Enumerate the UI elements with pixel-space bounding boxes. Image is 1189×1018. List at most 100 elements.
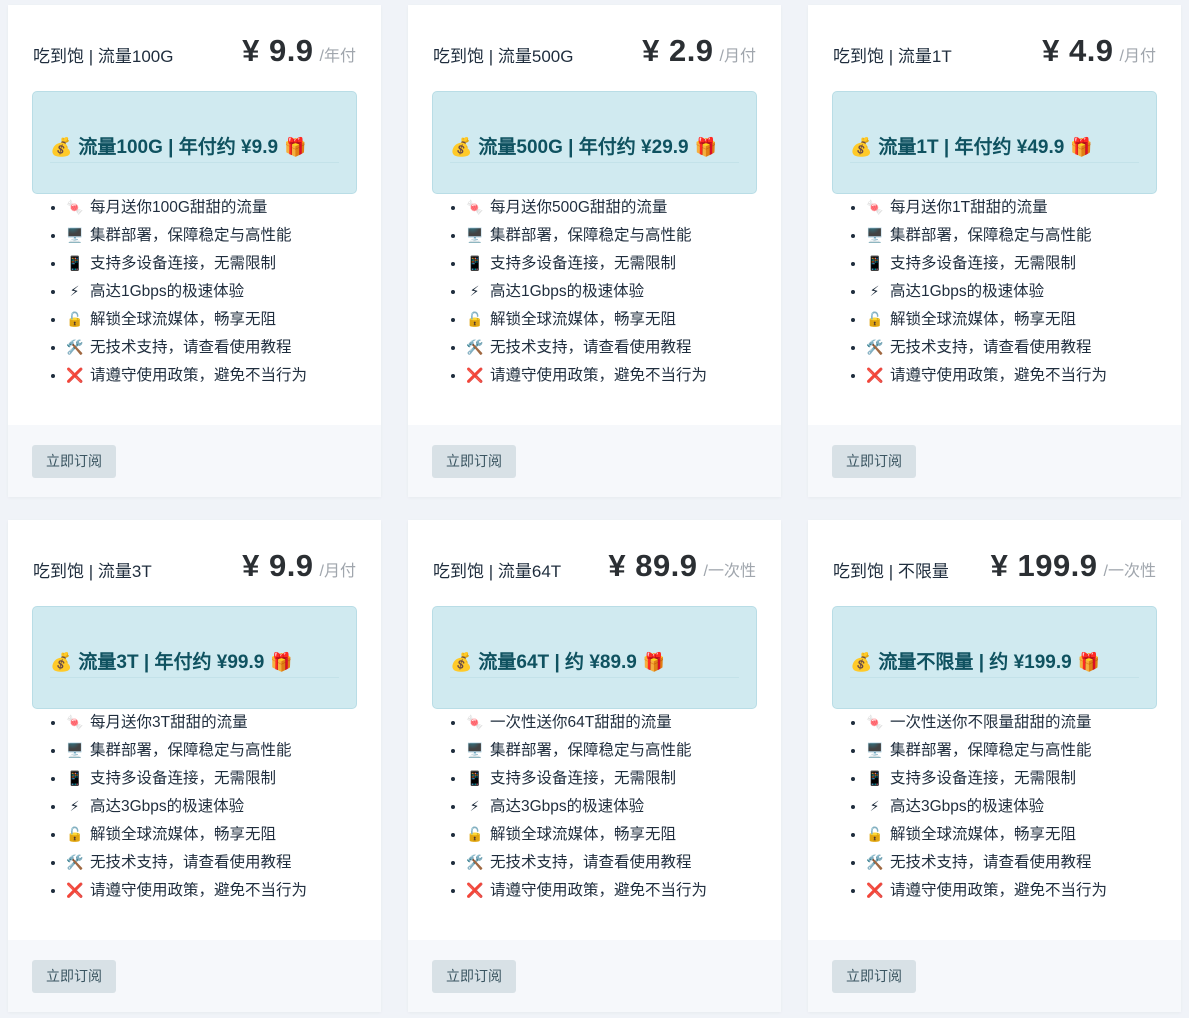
- list-item: 🔓 解锁全球流媒体，畅享无阻: [66, 820, 307, 848]
- plan-footer: 立即订阅: [808, 425, 1181, 497]
- tools-icon: 🛠️: [66, 854, 84, 870]
- plan-price: ¥ 4.9/月付: [1042, 33, 1156, 69]
- list-item: 📱 支持多设备连接，无需限制: [866, 764, 1107, 792]
- mobile-phone-icon: 📱: [466, 255, 484, 271]
- plan-price: ¥ 199.9/一次性: [991, 548, 1156, 584]
- price-amount: ¥ 89.9: [608, 548, 698, 583]
- list-item: 🛠️ 无技术支持，请查看使用教程: [66, 333, 307, 361]
- feature-text: 支持多设备连接，无需限制: [490, 770, 677, 787]
- plan-name: 吃到饱 | 流量1T: [833, 47, 952, 66]
- feature-text: 高达1Gbps的极速体验: [890, 283, 1045, 300]
- mobile-phone-icon: 📱: [466, 770, 484, 786]
- feature-text: 高达3Gbps的极速体验: [90, 798, 245, 815]
- list-item: 🍬 每月送你3T甜甜的流量: [66, 708, 307, 736]
- list-item: 📱 支持多设备连接，无需限制: [466, 249, 707, 277]
- list-item: ⚡ 高达1Gbps的极速体验: [466, 277, 707, 305]
- plan-name: 吃到饱 | 流量500G: [433, 47, 574, 66]
- plan-price: ¥ 89.9/一次性: [608, 548, 756, 584]
- lightning-icon: ⚡: [869, 283, 880, 299]
- plan-name: 吃到饱 | 不限量: [833, 562, 949, 581]
- price-period: /一次性: [1103, 563, 1156, 580]
- plan-footer: 立即订阅: [408, 940, 781, 1012]
- list-item: 🔓 解锁全球流媒体，畅享无阻: [866, 305, 1107, 333]
- lightning-icon: ⚡: [69, 283, 80, 299]
- price-amount: ¥ 9.9: [242, 33, 314, 68]
- gift-icon: 🎁: [270, 652, 293, 672]
- unlock-icon: 🔓: [66, 826, 84, 842]
- promo-box: 💰 流量500G | 年付约 ¥29.9 🎁: [432, 91, 757, 194]
- list-item: ❌ 请遵守使用政策，避免不当行为: [66, 361, 307, 389]
- computer-icon: 🖥️: [66, 227, 84, 243]
- price-period: /一次性: [703, 563, 756, 580]
- promo-text: 流量100G | 年付约 ¥9.9: [78, 137, 279, 158]
- money-bag-icon: 💰: [850, 137, 873, 157]
- unlock-icon: 🔓: [66, 311, 84, 327]
- plan-header: 吃到饱 | 流量500G ¥ 2.9/月付: [433, 33, 756, 77]
- list-item: 🍬 每月送你100G甜甜的流量: [66, 193, 307, 221]
- lightning-icon: ⚡: [869, 798, 880, 814]
- tools-icon: 🛠️: [466, 854, 484, 870]
- subscribe-button[interactable]: 立即订阅: [32, 445, 116, 478]
- feature-text: 集群部署，保障稳定与高性能: [890, 227, 1092, 244]
- subscribe-button[interactable]: 立即订阅: [832, 960, 916, 993]
- gift-icon: 🎁: [1070, 137, 1093, 157]
- candy-icon: 🍬: [66, 199, 84, 215]
- plan-card: 吃到饱 | 流量500G ¥ 2.9/月付 💰 流量500G | 年付约 ¥29.…: [408, 5, 781, 497]
- mobile-phone-icon: 📱: [66, 770, 84, 786]
- price-period: /月付: [719, 48, 756, 65]
- money-bag-icon: 💰: [450, 137, 473, 157]
- promo-line: 💰 流量500G | 年付约 ¥29.9 🎁: [450, 132, 739, 163]
- tools-icon: 🛠️: [466, 339, 484, 355]
- gift-icon: 🎁: [642, 652, 666, 672]
- list-item: 🔓 解锁全球流媒体，畅享无阻: [866, 820, 1107, 848]
- price-amount: ¥ 9.9: [242, 548, 314, 583]
- feature-text: 支持多设备连接，无需限制: [890, 770, 1077, 787]
- feature-text: 高达1Gbps的极速体验: [490, 283, 645, 300]
- plan-footer: 立即订阅: [8, 425, 381, 497]
- feature-text: 解锁全球流媒体，畅享无阻: [490, 311, 677, 328]
- feature-text: 请遵守使用政策，避免不当行为: [490, 367, 708, 384]
- computer-icon: 🖥️: [466, 227, 484, 243]
- subscribe-button[interactable]: 立即订阅: [832, 445, 916, 478]
- plan-price: ¥ 2.9/月付: [642, 33, 756, 69]
- subscribe-button[interactable]: 立即订阅: [432, 960, 516, 993]
- computer-icon: 🖥️: [466, 742, 484, 758]
- promo-line: 💰 流量3T | 年付约 ¥99.9 🎁: [50, 647, 339, 678]
- plan-header: 吃到饱 | 流量64T ¥ 89.9/一次性: [433, 548, 756, 592]
- feature-text: 支持多设备连接，无需限制: [90, 770, 277, 787]
- subscribe-button[interactable]: 立即订阅: [32, 960, 116, 993]
- feature-text: 无技术支持，请查看使用教程: [90, 854, 292, 871]
- subscribe-button[interactable]: 立即订阅: [432, 445, 516, 478]
- unlock-icon: 🔓: [866, 826, 884, 842]
- promo-box: 💰 流量1T | 年付约 ¥49.9 🎁: [832, 91, 1157, 194]
- list-item: 🖥️ 集群部署，保障稳定与高性能: [866, 736, 1107, 764]
- promo-text: 流量1T | 年付约 ¥49.9: [878, 137, 1065, 158]
- plan-header: 吃到饱 | 流量100G ¥ 9.9/年付: [33, 33, 356, 77]
- feature-text: 支持多设备连接，无需限制: [490, 255, 677, 272]
- feature-text: 集群部署，保障稳定与高性能: [90, 742, 292, 759]
- gift-icon: 🎁: [694, 137, 718, 157]
- promo-box: 💰 流量不限量 | 约 ¥199.9 🎁: [832, 606, 1157, 709]
- list-item: 🛠️ 无技术支持，请查看使用教程: [866, 848, 1107, 876]
- promo-box: 💰 流量64T | 约 ¥89.9 🎁: [432, 606, 757, 709]
- feature-text: 请遵守使用政策，避免不当行为: [90, 882, 308, 899]
- cross-mark-icon: ❌: [866, 882, 884, 898]
- list-item: ❌ 请遵守使用政策，避免不当行为: [466, 361, 707, 389]
- candy-icon: 🍬: [66, 714, 84, 730]
- feature-text: 集群部署，保障稳定与高性能: [90, 227, 292, 244]
- plan-card: 吃到饱 | 流量64T ¥ 89.9/一次性 💰 流量64T | 约 ¥89.9 🎁…: [408, 520, 781, 1012]
- feature-text: 解锁全球流媒体，畅享无阻: [490, 826, 677, 843]
- money-bag-icon: 💰: [50, 137, 73, 157]
- plan-price: ¥ 9.9/年付: [242, 33, 356, 69]
- money-bag-icon: 💰: [850, 652, 873, 672]
- plan-footer: 立即订阅: [408, 425, 781, 497]
- candy-icon: 🍬: [466, 714, 484, 730]
- list-item: ⚡ 高达3Gbps的极速体验: [866, 792, 1107, 820]
- promo-line: 💰 流量不限量 | 约 ¥199.9 🎁: [850, 647, 1139, 678]
- feature-list: 🍬 一次性送你64T甜甜的流量 🖥️ 集群部署，保障稳定与高性能 📱 支持多设备连接，…: [448, 708, 707, 904]
- lightning-icon: ⚡: [469, 798, 480, 814]
- tools-icon: 🛠️: [866, 339, 884, 355]
- feature-list: 🍬 每月送你500G甜甜的流量 🖥️ 集群部署，保障稳定与高性能 📱 支持多设备连接，…: [448, 193, 707, 389]
- promo-text: 流量500G | 年付约 ¥29.9: [478, 137, 689, 158]
- plan-card: 吃到饱 | 流量3T ¥ 9.9/月付 💰流量3T | 年付约 ¥99.9🎁 🍬…: [8, 520, 381, 1012]
